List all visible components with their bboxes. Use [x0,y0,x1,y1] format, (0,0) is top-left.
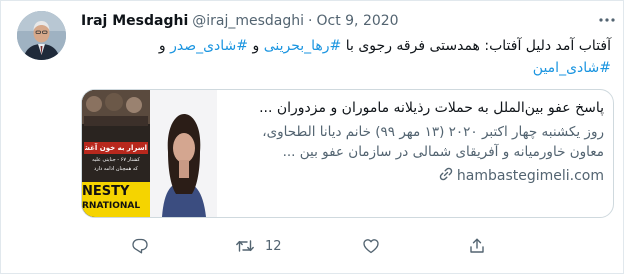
card-title: پاسخ عفو بین‌الملل به حملات رذیلانه مامو… [259,100,604,116]
card-thumbnail: اسرار به خون آغشته کشتار ۶۷ - جنایتی علی… [82,90,217,217]
card-description: روز یکشنبه چهار اکتبر ۲۰۲۰ (۱۳ مهر ۹۹) خ… [262,124,604,160]
poster-subline: کشتار ۶۷ - جنایتی علیه [92,157,140,163]
tweet-text-part: و [158,38,171,54]
poster-headline: اسرار به خون آغشته [85,144,147,152]
author-name[interactable]: Iraj Mesdaghi [81,13,188,29]
poster-subline: که همچنان ادامه دارد [94,166,138,172]
amnesty-banner-text: RNATIONAL [82,201,141,211]
card-body: پاسخ عفو بین‌الملل به حملات رذیلانه مامو… [230,98,604,188]
link-icon [438,166,454,188]
tweet[interactable]: Iraj Mesdaghi @iraj_mesdaghi · Oct 9, 20… [0,0,624,274]
tweet-date[interactable]: Oct 9, 2020 [316,13,398,29]
tweet-text-part: و [248,38,264,54]
tweet-text-part: آفتاب آمد دلیل آفتاب: همدستی فرقه رجوی ب… [341,38,611,54]
more-options-icon[interactable] [597,13,617,27]
separator-dot: · [308,13,313,29]
amnesty-banner-text: NESTY [82,184,130,199]
retweet-button[interactable]: 12 [235,237,282,255]
hashtag-link[interactable]: #رها_بحرینی [264,38,342,54]
share-button[interactable] [468,237,486,255]
share-icon [468,237,486,255]
author-handle[interactable]: @iraj_mesdaghi [192,13,304,29]
tweet-text: آفتاب آمد دلیل آفتاب: همدستی فرقه رجوی ب… [81,35,611,79]
like-button[interactable] [362,237,380,255]
reply-icon [131,237,149,255]
hashtag-link[interactable]: #شادی_امین [533,60,611,76]
card-domain-text: hambastegimeli.com [456,168,604,184]
tweet-header: Iraj Mesdaghi @iraj_mesdaghi · Oct 9, 20… [81,13,399,33]
retweet-icon [235,237,255,255]
tweet-actions: 12 [131,235,486,257]
hashtag-link[interactable]: #شادی_صدر [170,38,248,54]
retweet-count: 12 [265,238,282,254]
heart-icon [362,237,380,255]
card-domain: hambastegimeli.com [230,166,604,188]
avatar[interactable] [17,11,66,60]
reply-button[interactable] [131,237,149,255]
link-preview-card[interactable]: اسرار به خون آغشته کشتار ۶۷ - جنایتی علی… [81,89,614,218]
